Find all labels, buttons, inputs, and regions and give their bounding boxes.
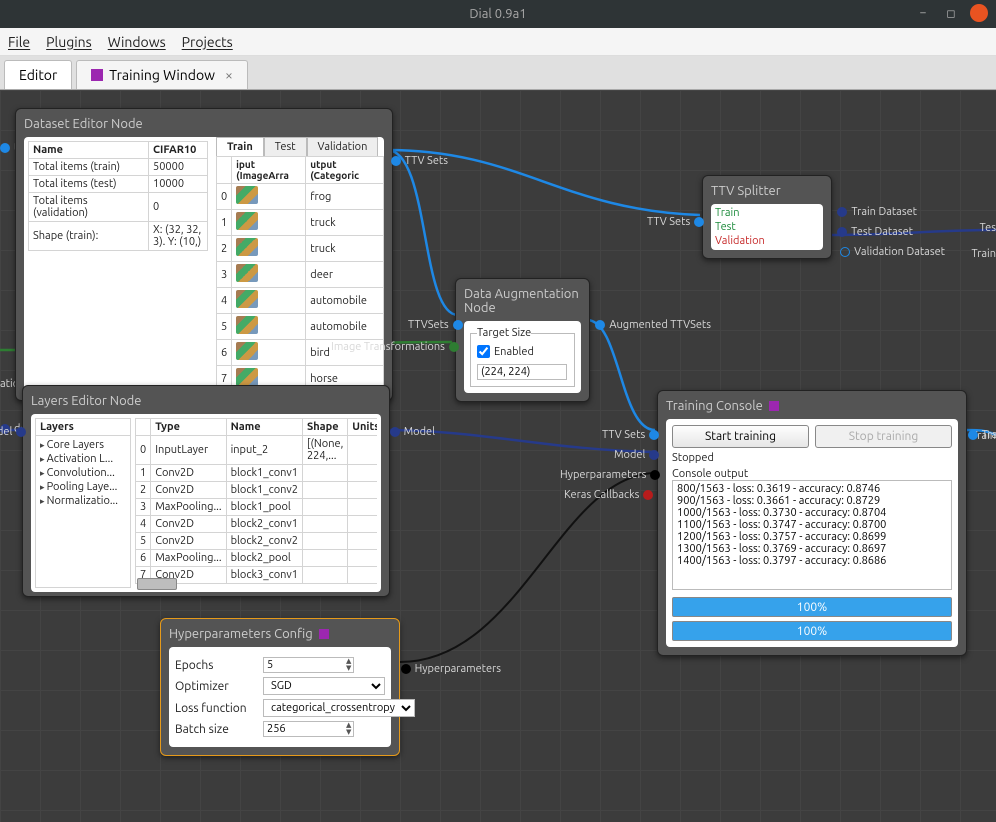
in-port-model[interactable]: Model: [614, 449, 659, 461]
in-port-callbacks[interactable]: Keras Callbacks: [564, 489, 653, 501]
window-titlebar: Dial 0.9a1: [0, 0, 996, 28]
edge-port: Tes: [980, 222, 996, 234]
menu-projects[interactable]: Projects: [182, 34, 233, 50]
sample-thumb: [236, 264, 258, 282]
edge-port: Train: [971, 248, 996, 260]
optimizer-label: Optimizer: [175, 680, 255, 693]
h-scrollbar[interactable]: [137, 578, 177, 590]
in-port-hyperparameters[interactable]: Hyperparameters: [560, 469, 660, 481]
console-label: Console output: [672, 468, 952, 480]
close-tab-icon[interactable]: ×: [225, 67, 233, 83]
sample-thumb: [236, 368, 258, 386]
list-item[interactable]: Validation: [715, 234, 819, 248]
out-port-validation-dataset[interactable]: Validation Dataset: [840, 246, 945, 258]
layers-tree-header: Layers: [36, 419, 130, 436]
tree-item[interactable]: Core Layers: [40, 438, 126, 452]
training-status: Stopped: [672, 452, 952, 464]
in-port-ttvsets[interactable]: TTV Sets: [602, 429, 659, 441]
subtab-test[interactable]: Test: [264, 137, 307, 156]
running-icon: [769, 401, 779, 411]
tab-label: Training Window: [109, 67, 215, 83]
menubar: File Plugins Windows Projects: [0, 28, 996, 56]
out-port-ttvsets[interactable]: TTV Sets: [391, 155, 448, 167]
console-output[interactable]: [672, 480, 952, 590]
sample-thumb: [236, 238, 258, 256]
out-port-model[interactable]: Model: [390, 426, 435, 438]
training-window-icon: [91, 69, 103, 81]
epochs-input[interactable]: [264, 658, 344, 672]
node-title: Hyperparameters Config: [169, 627, 391, 641]
optimizer-select[interactable]: SGD: [263, 677, 385, 695]
layers-tree[interactable]: Core Layers Activation L... Convolution.…: [36, 436, 130, 510]
menu-file[interactable]: File: [8, 34, 30, 50]
layers-table[interactable]: Type Name Shape Units 0InputLayerinput_2…: [135, 418, 377, 584]
node-title: Layers Editor Node: [31, 394, 381, 408]
splitter-list: Train Test Validation: [711, 204, 823, 250]
data-augmentation-node[interactable]: Data Augmentation Node Target Size Enabl…: [455, 278, 590, 402]
subtab-train[interactable]: Train: [216, 137, 264, 156]
list-item[interactable]: Test: [715, 220, 819, 234]
tree-item[interactable]: Activation L...: [40, 452, 126, 466]
menu-plugins[interactable]: Plugins: [46, 34, 92, 50]
tabstrip: Editor Training Window ×: [0, 56, 996, 90]
window-title: Dial 0.9a1: [469, 7, 526, 21]
node-title: Training Console: [666, 399, 958, 413]
in-port-ttvsets[interactable]: TTVSets: [408, 319, 463, 331]
progress-bar-2: 100%: [672, 621, 952, 641]
progress-bar-1: 100%: [672, 597, 952, 617]
training-console-node[interactable]: Training Console Start training Stop tra…: [657, 390, 967, 656]
dataset-subtabs: Train Test Validation: [216, 137, 384, 156]
dataset-samples-table[interactable]: iput (ImageArrautput (Categoric 0frog 1t…: [216, 156, 384, 392]
out-port-augmented[interactable]: Augmented TTVSets: [595, 319, 711, 331]
out-port-train[interactable]: Trai: [968, 429, 996, 441]
close-button[interactable]: [970, 4, 988, 22]
loss-select[interactable]: categorical_crossentropy: [263, 699, 415, 717]
sample-thumb: [236, 316, 258, 334]
batch-spinner[interactable]: ▲▼: [263, 721, 354, 737]
tab-training-window[interactable]: Training Window ×: [76, 60, 248, 89]
loss-label: Loss function: [175, 702, 255, 715]
maximize-button[interactable]: [942, 4, 960, 22]
node-title: TTV Splitter: [711, 184, 823, 198]
subtab-validation[interactable]: Validation: [307, 137, 379, 156]
sample-thumb: [236, 186, 258, 204]
hyperparameters-node[interactable]: Hyperparameters Config Epochs ▲▼ Optimiz…: [160, 618, 400, 756]
tree-item[interactable]: Pooling Laye...: [40, 480, 126, 494]
epochs-label: Epochs: [175, 659, 255, 672]
stop-training-button[interactable]: Stop training: [815, 425, 952, 448]
tab-editor[interactable]: Editor: [4, 60, 72, 89]
node-title: Dataset Editor Node: [24, 117, 384, 131]
target-size-label: Target Size: [477, 327, 531, 339]
in-port-ttvsets[interactable]: TTV Sets: [647, 216, 704, 228]
minimize-button[interactable]: [914, 4, 932, 22]
start-training-button[interactable]: Start training: [672, 425, 809, 448]
tab-label: Editor: [19, 67, 57, 83]
list-item[interactable]: Train: [715, 206, 819, 220]
tree-item[interactable]: Normalizatio...: [40, 494, 126, 508]
sample-thumb: [236, 342, 258, 360]
sample-thumb: [236, 212, 258, 230]
layers-editor-node[interactable]: Layers Editor Node Layers Core Layers Ac…: [22, 385, 390, 597]
tree-item[interactable]: Convolution...: [40, 466, 126, 480]
enabled-checkbox-input[interactable]: [477, 345, 490, 358]
out-port-test-dataset[interactable]: Test Dataset: [837, 226, 913, 238]
batch-input[interactable]: [264, 722, 344, 736]
target-size-input[interactable]: [477, 364, 567, 380]
running-icon: [319, 629, 329, 639]
dataset-meta-table: NameCIFAR10 Total items (train)50000 Tot…: [28, 141, 208, 251]
ttv-splitter-node[interactable]: TTV Splitter Train Test Validation TTV S…: [702, 175, 832, 259]
out-port-train-dataset[interactable]: Train Dataset: [837, 206, 917, 218]
dataset-editor-node[interactable]: Dataset Editor Node NameCIFAR10 Total it…: [15, 108, 393, 401]
batch-label: Batch size: [175, 723, 255, 736]
in-port-img-transforms[interactable]: Image Transformations: [331, 341, 459, 353]
menu-windows[interactable]: Windows: [108, 34, 166, 50]
epochs-spinner[interactable]: ▲▼: [263, 657, 354, 673]
in-port-model[interactable]: Model: [0, 426, 26, 438]
node-title: Data Augmentation Node: [464, 287, 581, 315]
node-canvas[interactable]: ts del ations Tes Train Train Dataset Ed…: [0, 90, 996, 822]
out-port-hyperparameters[interactable]: Hyperparameters: [401, 663, 501, 675]
sample-thumb: [236, 290, 258, 308]
enabled-checkbox[interactable]: Enabled: [477, 345, 568, 358]
